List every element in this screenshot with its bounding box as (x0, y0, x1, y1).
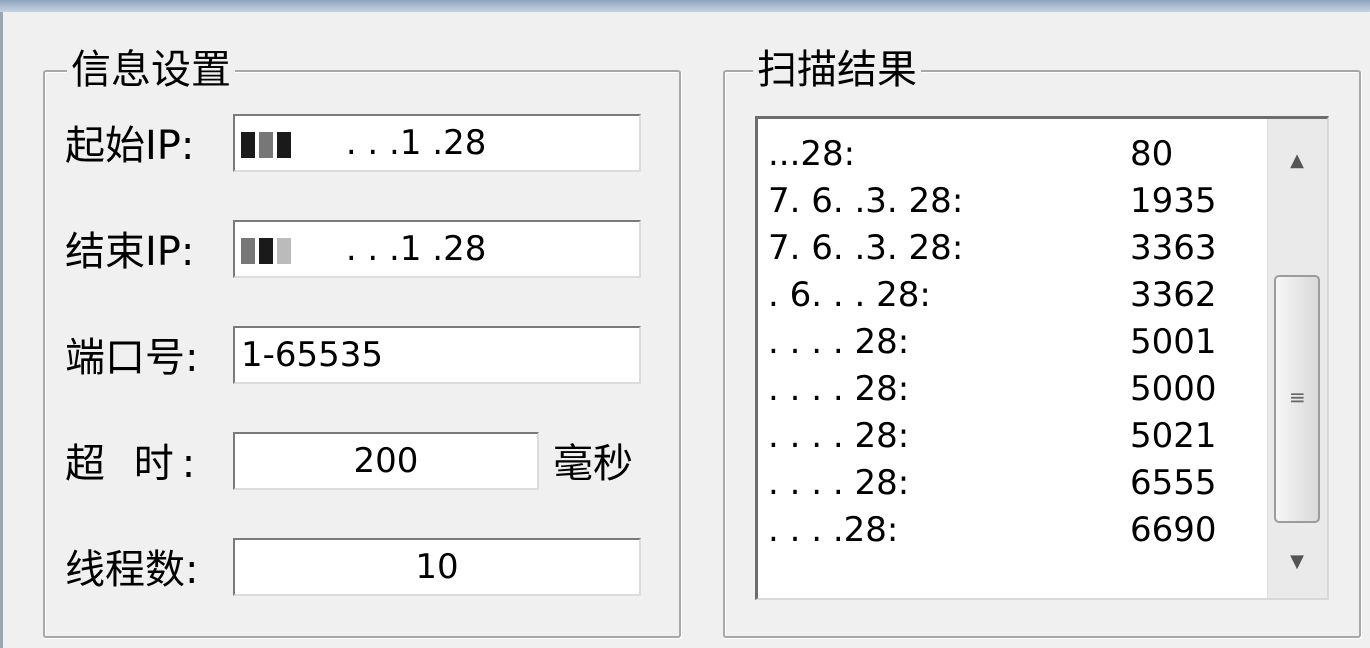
result-ip: ...28: (768, 134, 856, 174)
settings-group-title: 信息设置 (67, 42, 235, 98)
start-ip-label: 起始IP: (65, 123, 195, 169)
redaction-block (277, 237, 291, 264)
result-port: 80 (1130, 134, 1174, 174)
result-row[interactable]: . . . . 28: 5001 (768, 319, 1258, 366)
result-port: 1935 (1130, 181, 1217, 221)
result-port: 3363 (1130, 228, 1217, 268)
result-port: 5001 (1130, 322, 1217, 362)
end-ip-field[interactable]: . . .1 .28 (233, 220, 641, 278)
results-rows: ...28: 80 7. 6. .3. 28: 1935 7. 6. .3. 28: 33… (768, 131, 1258, 554)
threads-field[interactable]: 10 (233, 538, 641, 596)
result-ip: . 6. . . 28: (768, 275, 931, 315)
redaction-block (259, 131, 273, 158)
threads-value: 10 (415, 547, 459, 587)
timeout-value: 200 (353, 441, 419, 481)
scroll-up-icon[interactable]: ▲ (1268, 131, 1326, 191)
result-port: 6690 (1130, 510, 1217, 550)
results-scrollbar[interactable]: ▲ ≡ ▼ (1267, 119, 1327, 598)
scroll-thumb[interactable]: ≡ (1274, 275, 1320, 523)
result-row[interactable]: . . . . 28: 6555 (768, 460, 1258, 507)
result-port: 6555 (1130, 463, 1217, 503)
port-label: 端口号: (65, 335, 199, 381)
redaction-block (259, 237, 273, 264)
results-list[interactable]: ...28: 80 7. 6. .3. 28: 1935 7. 6. .3. 28: 33… (755, 116, 1329, 600)
result-row[interactable]: 7. 6. .3. 28: 3363 (768, 225, 1258, 272)
timeout-unit-label: 毫秒 (553, 441, 633, 487)
result-ip: 7. 6. .3. 28: (768, 228, 964, 268)
end-ip-value: . . .1 .28 (345, 229, 487, 269)
result-row[interactable]: . . . .28: 6690 (768, 507, 1258, 554)
result-ip: . . . . 28: (768, 416, 910, 456)
result-row[interactable]: . . . . 28: 5000 (768, 366, 1258, 413)
window-frame-top (0, 0, 1370, 12)
redaction-block (241, 131, 255, 158)
timeout-label: 超 时: (65, 441, 204, 487)
result-row[interactable]: ...28: 80 (768, 131, 1258, 178)
result-ip: . . . . 28: (768, 322, 910, 362)
end-ip-label: 结束IP: (65, 229, 195, 275)
threads-label: 线程数: (65, 547, 199, 593)
result-row[interactable]: . 6. . . 28: 3362 (768, 272, 1258, 319)
result-ip: . . . . 28: (768, 463, 910, 503)
result-ip: . . . . 28: (768, 369, 910, 409)
scroll-down-icon[interactable]: ▼ (1268, 532, 1326, 592)
port-range-field[interactable]: 1-65535 (233, 326, 641, 384)
result-row[interactable]: . . . . 28: 5021 (768, 413, 1258, 460)
redaction-block (277, 131, 291, 158)
results-group-title: 扫描结果 (753, 42, 921, 98)
timeout-field[interactable]: 200 (233, 432, 539, 490)
result-port: 5000 (1130, 369, 1217, 409)
port-range-value: 1-65535 (241, 335, 384, 375)
start-ip-value: . . .1 .28 (345, 123, 487, 163)
grip-lines-icon: ≡ (1289, 385, 1306, 409)
result-ip: . . . .28: (768, 510, 899, 550)
start-ip-field[interactable]: . . .1 .28 (233, 114, 641, 172)
result-port: 3362 (1130, 275, 1217, 315)
result-ip: 7. 6. .3. 28: (768, 181, 964, 221)
result-row[interactable]: 7. 6. .3. 28: 1935 (768, 178, 1258, 225)
redaction-block (241, 237, 255, 264)
result-port: 5021 (1130, 416, 1217, 456)
scanner-window: 信息设置 起始IP: . . .1 .28 结束IP: . . .1 .28 端… (0, 12, 1370, 648)
